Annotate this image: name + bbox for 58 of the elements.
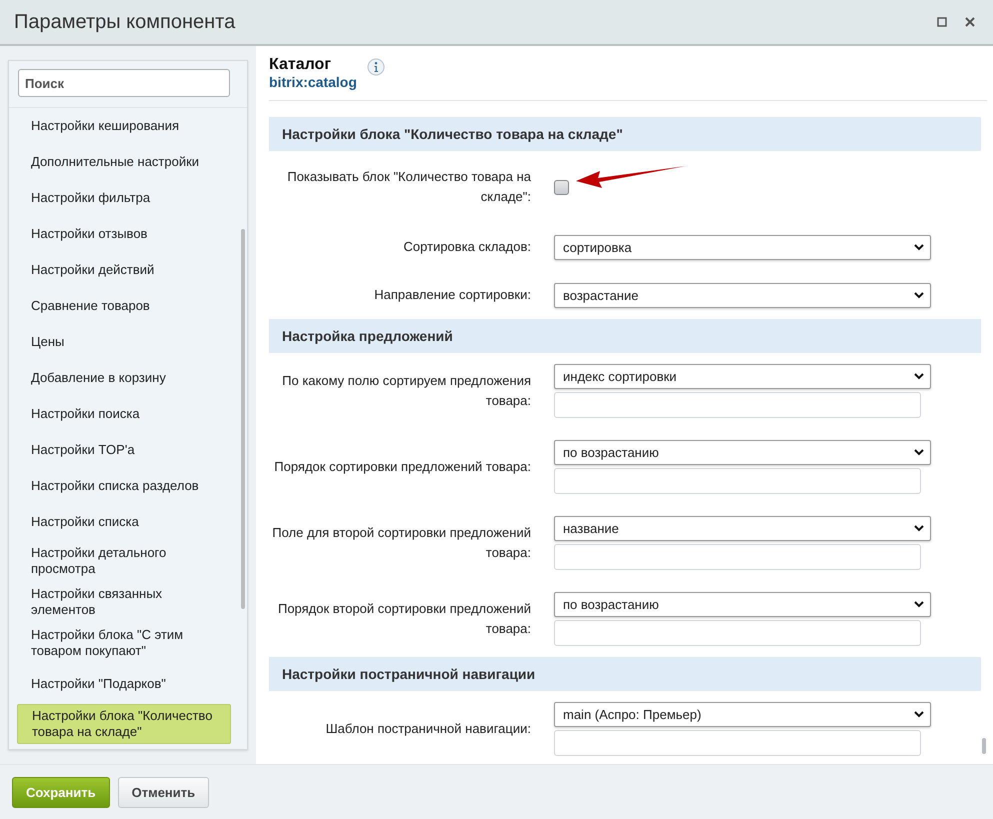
info-icon[interactable]: [366, 58, 385, 76]
cancel-button[interactable]: Отменить: [118, 776, 210, 808]
maximize-icon[interactable]: [937, 17, 947, 27]
search-field[interactable]: Поиск: [18, 69, 230, 97]
component-name: Каталог: [269, 56, 332, 74]
chevron-icon: [914, 601, 924, 608]
checkbox[interactable]: [554, 180, 569, 194]
select-field[interactable]: индекс сортировки: [554, 364, 931, 389]
field-label: Показывать блок "Количество товара на складе":: [286, 168, 532, 206]
sidebar-item[interactable]: Добавление в корзину: [17, 360, 231, 396]
sidebar-item[interactable]: Настройки детального просмотра: [17, 540, 231, 581]
sidebar-item[interactable]: Настройки фильтра: [17, 180, 231, 216]
sidebar-item[interactable]: Цены: [17, 324, 231, 360]
chevron-icon: [914, 292, 924, 298]
sidebar-item[interactable]: Настройки кеширования: [17, 108, 231, 144]
section-header: Настройки постраничной навигации: [269, 657, 981, 691]
field-label: Сортировка складов:: [402, 238, 532, 256]
field-label: Направление сортировки:: [373, 286, 532, 304]
chevron-icon: [914, 711, 924, 718]
field-label: По какому полю сортируем предложения товара:: [281, 372, 532, 410]
chevron-icon: [914, 373, 924, 380]
sidebar-item[interactable]: Настройки отзывов: [17, 216, 231, 252]
input-field[interactable]: [554, 544, 921, 570]
select-field[interactable]: по возрастанию: [554, 592, 931, 617]
sidebar-item[interactable]: Настройки "Подарков": [17, 663, 231, 704]
close-icon[interactable]: [965, 17, 975, 27]
input-field[interactable]: [554, 392, 921, 418]
window-title: Параметры компонента: [14, 10, 236, 34]
sidebar-item[interactable]: Настройки списка: [17, 504, 231, 540]
select-field[interactable]: по возрастанию: [554, 440, 931, 465]
select-field[interactable]: main (Аспро: Премьер): [554, 702, 931, 727]
sidebar-item[interactable]: Настройки поиска: [17, 396, 231, 432]
sidebar-item[interactable]: Настройки связанных элементов: [17, 581, 231, 622]
field-label: Порядок второй сортировки предложений товара:: [276, 600, 532, 638]
field-label: Поле для второй сортировки предложений товара:: [271, 524, 532, 562]
input-field[interactable]: [554, 468, 921, 494]
chevron-icon: [914, 449, 924, 456]
sidebar-item[interactable]: Дополнительные настройки: [17, 144, 231, 180]
select-field[interactable]: сортировка: [554, 234, 931, 260]
sidebar-item[interactable]: Настройки списка разделов: [17, 468, 231, 504]
section-header: Настройка предложений: [269, 319, 981, 353]
scrollbar[interactable]: [241, 229, 245, 609]
input-field[interactable]: [554, 620, 921, 646]
input-field[interactable]: [554, 730, 921, 756]
field-label: Шаблон постраничной навигации:: [324, 720, 532, 738]
chevron-icon: [914, 244, 924, 250]
scrollbar[interactable]: [982, 738, 986, 754]
component-code: bitrix:catalog: [269, 74, 357, 90]
sidebar-item[interactable]: Настройки действий: [17, 252, 231, 288]
section-header: Настройки блока "Количество товара на складе": [269, 117, 981, 151]
sidebar-item[interactable]: Настройки блока "Количество товара на складе": [17, 704, 231, 744]
sidebar-item[interactable]: Сравнение товаров: [17, 288, 231, 324]
select-field[interactable]: возрастание: [554, 282, 931, 308]
select-field[interactable]: название: [554, 516, 931, 541]
sidebar-item[interactable]: Настройки блока "С этим товаром покупают": [17, 622, 231, 663]
sidebar-item[interactable]: Настройки TOP'a: [17, 432, 231, 468]
chevron-icon: [914, 525, 924, 532]
field-label: Порядок сортировки предложений товара:: [273, 458, 532, 476]
